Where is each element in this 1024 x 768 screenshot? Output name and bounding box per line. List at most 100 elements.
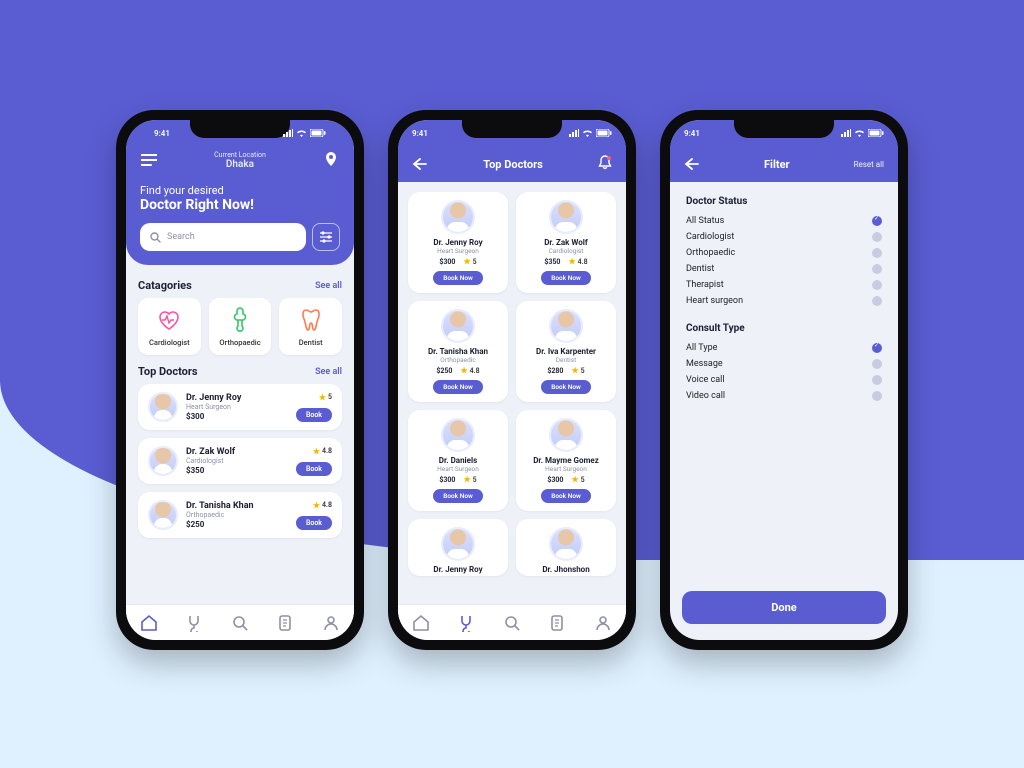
- doctor-name: Dr. Mayme Gomez: [533, 456, 599, 465]
- doctor-card[interactable]: Dr. Jhonshon★Book Now: [516, 519, 616, 576]
- doctor-spec: Dentist: [556, 356, 577, 364]
- search-icon: [150, 232, 161, 243]
- status-bar: 9:41: [398, 120, 626, 146]
- filter-option-label: Orthopaedic: [686, 248, 735, 258]
- avatar: [549, 200, 583, 234]
- doctor-card[interactable]: Dr. Mayme GomezHeart Surgeon$300★5Book N…: [516, 410, 616, 511]
- top-doctors-title: Top Doctors: [138, 365, 198, 378]
- battery-icon: [310, 129, 326, 137]
- doctor-card[interactable]: Dr. Jenny RoyHeart Surgeon$300★5Book Now: [408, 192, 508, 293]
- avatar: [549, 527, 583, 561]
- radio-icon: [872, 296, 882, 306]
- radio-icon: [872, 248, 882, 258]
- doctor-name: Dr. Jhonshon: [542, 565, 589, 574]
- battery-icon: [596, 129, 612, 137]
- doctor-card[interactable]: Dr. Zak WolfCardiologist$350★4.8Book Now: [516, 192, 616, 293]
- filter-button[interactable]: [312, 223, 340, 251]
- doctor-row[interactable]: Dr. Zak Wolf Cardiologist $350 ★4.8 Book: [138, 438, 342, 484]
- book-button[interactable]: Book: [296, 516, 332, 530]
- category-dentist[interactable]: Dentist: [279, 298, 342, 355]
- nav-doctors-icon[interactable]: [457, 614, 475, 632]
- filter-option[interactable]: Voice call: [686, 372, 882, 388]
- star-icon: ★: [313, 447, 320, 456]
- location-display[interactable]: Current Location Dhaka: [214, 151, 266, 170]
- filter-option-label: All Type: [686, 343, 717, 353]
- filter-option-label: All Status: [686, 216, 724, 226]
- book-now-button[interactable]: Book Now: [541, 380, 591, 394]
- filter-option[interactable]: Cardiologist: [686, 229, 882, 245]
- filter-option[interactable]: Heart surgeon: [686, 293, 882, 309]
- filter-option[interactable]: Dentist: [686, 261, 882, 277]
- filter-option[interactable]: Message: [686, 356, 882, 372]
- category-orthopaedic[interactable]: Orthopaedic: [209, 298, 272, 355]
- wifi-icon: [582, 129, 593, 137]
- nav-profile-icon[interactable]: [594, 614, 612, 632]
- book-now-button[interactable]: Book Now: [541, 271, 591, 285]
- doctor-card[interactable]: Dr. Tanisha KhanOrthopaedic$250★4.8Book …: [408, 301, 508, 402]
- back-icon[interactable]: [684, 155, 700, 174]
- doctor-price: $250: [436, 367, 452, 375]
- filter-option[interactable]: Video call: [686, 388, 882, 404]
- doctor-price: $300: [439, 258, 455, 266]
- book-button[interactable]: Book: [296, 408, 332, 422]
- phone-home: 9:41 Current Location Dhaka: [116, 110, 364, 650]
- book-now-button[interactable]: Book Now: [433, 271, 483, 285]
- doctor-name: Dr. Jenny Roy: [433, 565, 482, 574]
- page-title: Top Doctors: [483, 158, 543, 171]
- signal-icon: [283, 129, 293, 137]
- doctor-card[interactable]: Dr. DanielsHeart Surgeon$300★5Book Now: [408, 410, 508, 511]
- filter-option[interactable]: All Status: [686, 213, 882, 229]
- filter-option-label: Voice call: [686, 375, 725, 385]
- nav-home-icon[interactable]: [412, 614, 430, 632]
- tooth-icon: [297, 306, 325, 334]
- menu-icon[interactable]: [140, 151, 158, 169]
- status-time: 9:41: [684, 129, 700, 138]
- filter-option[interactable]: Therapist: [686, 277, 882, 293]
- bell-icon[interactable]: [598, 155, 612, 174]
- nav-home-icon[interactable]: [140, 614, 158, 632]
- star-icon: ★: [463, 475, 470, 484]
- doctor-price: $300: [547, 476, 563, 484]
- star-icon: ★: [571, 475, 578, 484]
- book-now-button[interactable]: Book Now: [433, 489, 483, 503]
- doctor-price: $280: [547, 367, 563, 375]
- star-icon: ★: [313, 501, 320, 510]
- doctor-spec: Cardiologist: [549, 247, 584, 255]
- hero-text: Find your desired Doctor Right Now!: [140, 184, 340, 213]
- search-input[interactable]: Search: [140, 223, 306, 251]
- book-now-button[interactable]: Book Now: [541, 489, 591, 503]
- done-button[interactable]: Done: [682, 591, 886, 624]
- radio-icon: [872, 232, 882, 242]
- status-time: 9:41: [412, 129, 428, 138]
- doctor-card[interactable]: Dr. Iva KarpenterDentist$280★5Book Now: [516, 301, 616, 402]
- phone-filter: 9:41 Filter Reset all Doctor Status All …: [660, 110, 908, 650]
- nav-search-icon[interactable]: [503, 614, 521, 632]
- book-button[interactable]: Book: [296, 462, 332, 476]
- category-cardiologist[interactable]: Cardiologist: [138, 298, 201, 355]
- nav-search-icon[interactable]: [231, 614, 249, 632]
- doctor-card[interactable]: Dr. Jenny Roy★Book Now: [408, 519, 508, 576]
- status-bar: 9:41: [670, 120, 898, 146]
- doctor-row[interactable]: Dr. Tanisha Khan Orthopaedic $250 ★4.8 B…: [138, 492, 342, 538]
- star-icon: ★: [571, 366, 578, 375]
- rating: ★4.8: [460, 366, 479, 375]
- nav-records-icon[interactable]: [549, 614, 567, 632]
- nav-doctors-icon[interactable]: [185, 614, 203, 632]
- doctor-row[interactable]: Dr. Jenny Roy Heart Surgeon $300 ★5 Book: [138, 384, 342, 430]
- nav-records-icon[interactable]: [277, 614, 295, 632]
- categories-see-all[interactable]: See all: [315, 281, 342, 291]
- filter-option[interactable]: Orthopaedic: [686, 245, 882, 261]
- back-icon[interactable]: [412, 155, 428, 174]
- rating: ★5: [463, 257, 476, 266]
- top-doctors-see-all[interactable]: See all: [315, 367, 342, 377]
- location-pin-icon[interactable]: [322, 151, 340, 169]
- bone-icon: [226, 306, 254, 334]
- filter-option[interactable]: All Type: [686, 340, 882, 356]
- book-now-button[interactable]: Book Now: [433, 380, 483, 394]
- avatar: [549, 418, 583, 452]
- nav-profile-icon[interactable]: [322, 614, 340, 632]
- reset-all[interactable]: Reset all: [854, 160, 884, 169]
- phone-doctors-grid: 9:41 Top Doctors Dr. Jenny RoyHeart Surg…: [388, 110, 636, 650]
- radio-icon: [872, 359, 882, 369]
- radio-icon: [872, 391, 882, 401]
